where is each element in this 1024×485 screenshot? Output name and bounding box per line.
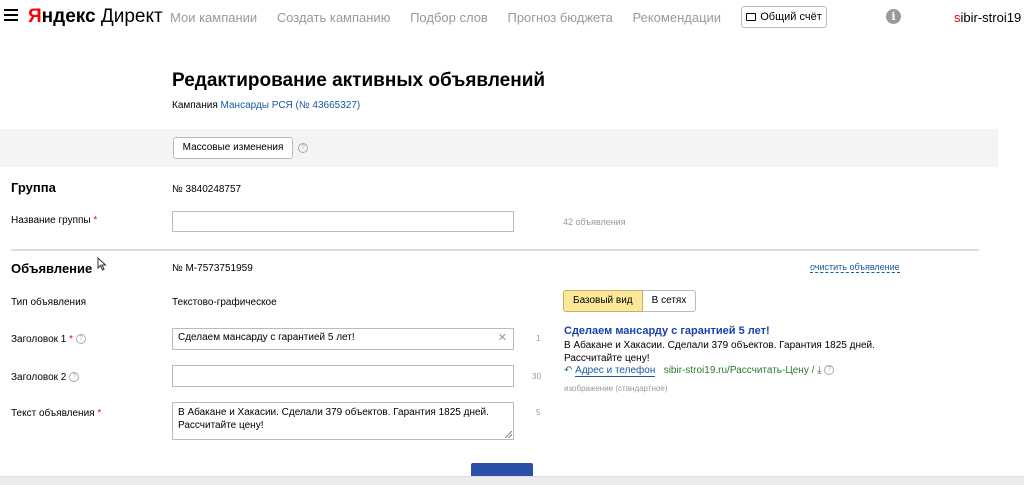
clear-input-icon[interactable]: ✕: [498, 331, 507, 344]
shared-account-button[interactable]: Общий счёт: [741, 6, 827, 28]
nav-budget-forecast[interactable]: Прогноз бюджета: [507, 10, 612, 25]
image-note: изображение (стандартное): [564, 384, 668, 393]
preview-ad-links: ↶ Адрес и телефон sibir-stroi19.ru/Рассч…: [564, 365, 835, 377]
tab-basic-view[interactable]: Базовый вид: [563, 290, 643, 312]
nav-recommendations[interactable]: Рекомендации: [633, 10, 722, 25]
preview-ad-title[interactable]: Сделаем мансарду с гарантией 5 лет!: [564, 325, 770, 337]
title1-help-icon[interactable]: ?: [75, 334, 86, 345]
resize-handle-icon[interactable]: [505, 431, 512, 438]
ad-text-label: Текст объявления *: [11, 408, 102, 419]
ad-number: № М-7573751959: [172, 263, 253, 274]
title2-input[interactable]: [172, 365, 514, 387]
url-help-icon[interactable]: ?: [824, 365, 835, 376]
campaign-breadcrumb: Кампания Мансарды РСЯ (№ 43665327): [172, 100, 361, 111]
address-phone-link[interactable]: Адрес и телефон: [575, 365, 656, 377]
phone-icon: ↶: [564, 365, 573, 376]
main-nav: Мои кампании Создать кампанию Подбор сло…: [170, 10, 737, 25]
mass-changes-button[interactable]: Массовые изменения: [173, 137, 293, 159]
horizontal-scrollbar[interactable]: [0, 476, 1024, 485]
title1-input[interactable]: Сделаем мансарду с гарантией 5 лет! ✕: [172, 328, 514, 350]
title1-label: Заголовок 1 * ?: [11, 334, 86, 345]
mouse-cursor-icon: [97, 257, 107, 271]
toolbar-strip: [0, 129, 998, 167]
nav-my-campaigns[interactable]: Мои кампании: [170, 10, 257, 25]
user-login[interactable]: sibir-stroi19: [954, 10, 1021, 25]
title2-counter: 30: [532, 372, 541, 381]
download-icon: ⤓: [817, 365, 822, 376]
campaign-link[interactable]: Мансарды РСЯ (№ 43665327): [221, 100, 361, 111]
group-number: № 3840248757: [172, 184, 242, 195]
group-name-label: Название группы *: [11, 215, 98, 226]
ad-type-value: Текстово-графическое: [172, 297, 277, 308]
wallet-icon: [746, 13, 757, 21]
ad-type-label: Тип объявления: [11, 297, 87, 308]
image-thumbnail[interactable]: [471, 463, 533, 476]
ad-text-textarea[interactable]: В Абакане и Хакасии. Сделали 379 объекто…: [172, 402, 514, 440]
clear-ad-link[interactable]: очистить объявление: [810, 262, 900, 273]
preview-ad-text: В Абакане и Хакасии. Сделали 379 объекто…: [564, 340, 875, 364]
tab-networks-view[interactable]: В сетях: [642, 290, 697, 312]
ad-section-title: Объявление: [11, 261, 93, 276]
group-name-input[interactable]: [172, 211, 514, 232]
ad-text-counter: 5: [536, 408, 541, 417]
display-url[interactable]: sibir-stroi19.ru/Рассчитать-Цену /: [664, 365, 817, 376]
yandex-direct-logo[interactable]: Яндекс Директ: [28, 6, 163, 28]
help-icon[interactable]: ?: [298, 143, 308, 153]
group-section-title: Группа: [11, 180, 56, 195]
menu-icon[interactable]: [4, 9, 18, 21]
section-divider: [11, 249, 979, 251]
page-title: Редактирование активных объявлений: [172, 70, 546, 91]
info-icon[interactable]: i: [886, 9, 901, 24]
title2-label: Заголовок 2 ?: [11, 372, 80, 383]
nav-keyword-planner[interactable]: Подбор слов: [410, 10, 488, 25]
top-header: Яндекс Директ Мои кампании Создать кампа…: [0, 0, 1024, 36]
nav-create-campaign[interactable]: Создать кампанию: [277, 10, 391, 25]
title2-help-icon[interactable]: ?: [69, 372, 80, 383]
title1-counter: 1: [536, 334, 541, 343]
group-ads-count: 42 объявления: [563, 217, 626, 227]
preview-view-toggle: Базовый вид В сетях: [563, 290, 697, 312]
